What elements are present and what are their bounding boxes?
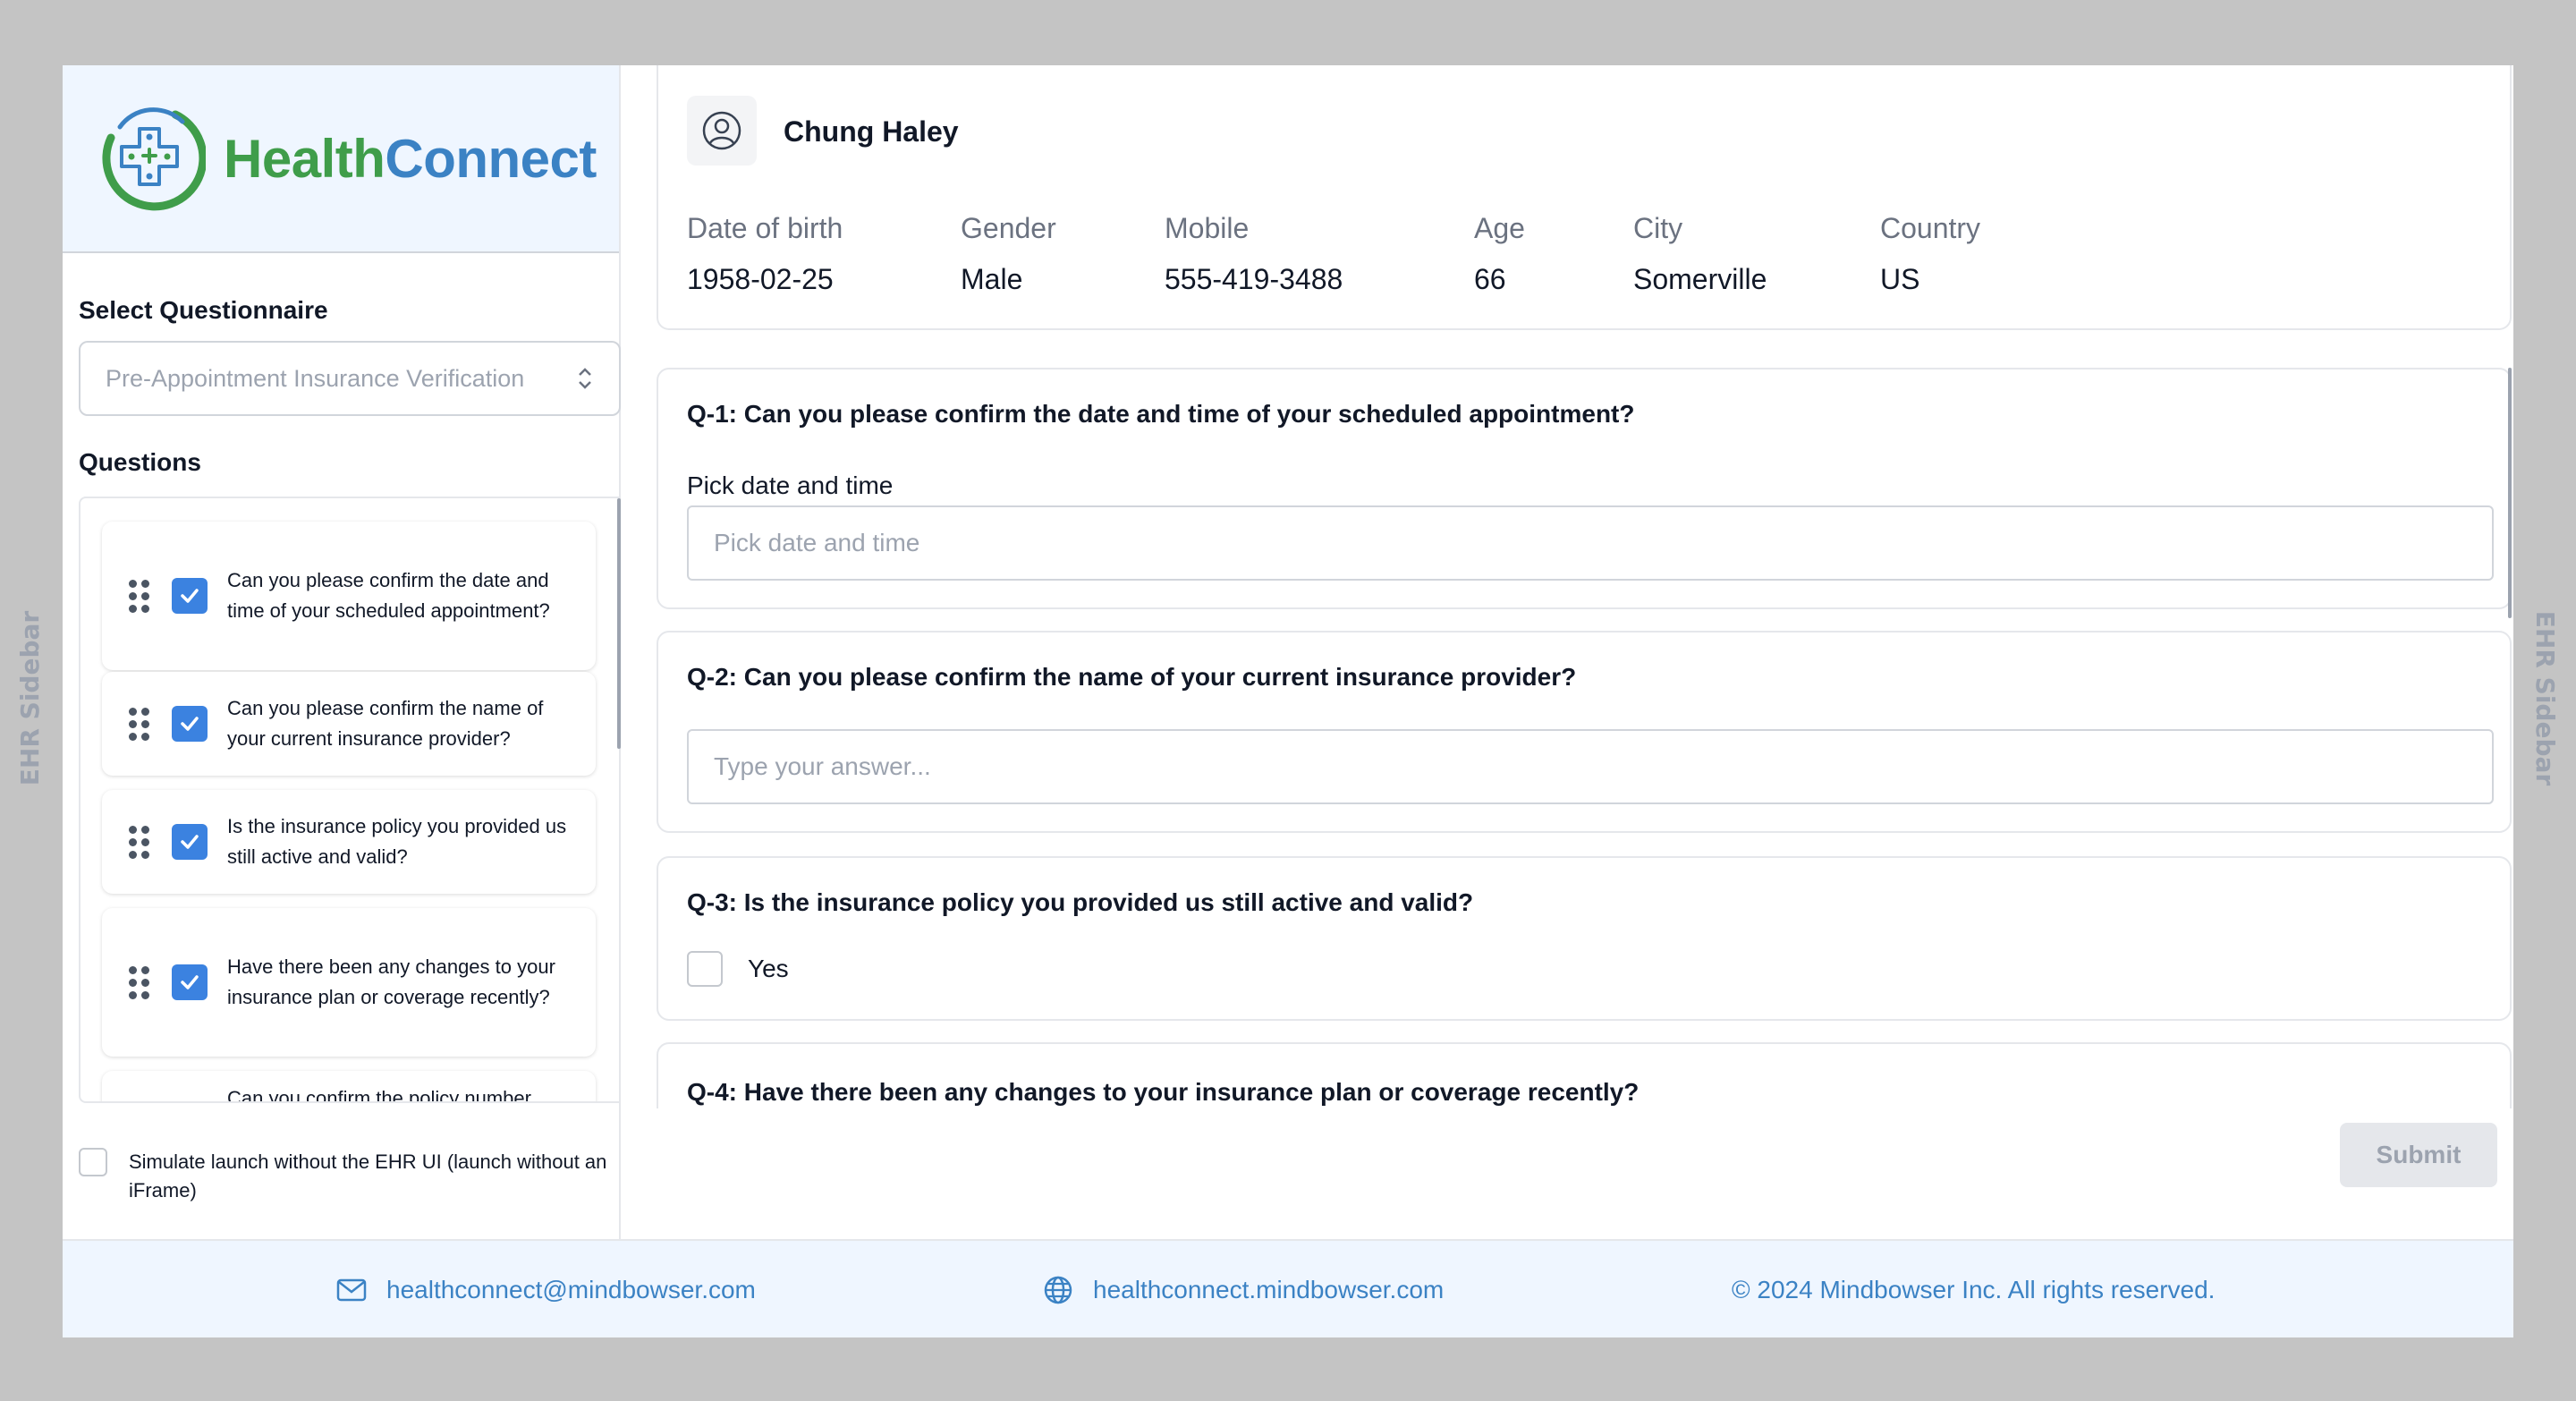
checkmark-icon xyxy=(181,589,199,603)
question-checkbox[interactable] xyxy=(172,578,208,614)
question-label: Can you please confirm the date and time… xyxy=(227,569,550,622)
date-time-input[interactable]: Pick date and time xyxy=(687,505,2494,581)
patient-info-card: Chung Haley Date of birth 1958-02-25 Gen… xyxy=(657,65,2512,330)
patient-field-gender: Gender Male xyxy=(961,212,1056,295)
question-label: Can you please confirm the name of your … xyxy=(227,697,544,750)
drag-handle-icon[interactable] xyxy=(129,965,150,999)
brand-header: HealthConnect xyxy=(63,65,619,253)
checkmark-icon xyxy=(181,835,199,849)
patient-field-dob: Date of birth 1958-02-25 xyxy=(687,212,843,295)
submit-button[interactable]: Submit xyxy=(2340,1123,2497,1187)
question-card-3: Q-3: Is the insurance policy you provide… xyxy=(657,856,2512,1021)
drag-handle-icon[interactable] xyxy=(129,707,150,741)
patient-name: Chung Haley xyxy=(784,115,959,148)
patient-field-city: City Somerville xyxy=(1633,212,1767,295)
questions-list[interactable]: Can you please confirm the date and time… xyxy=(79,497,621,1103)
simulate-launch-option[interactable]: Simulate launch without the EHR UI (laun… xyxy=(79,1148,612,1205)
list-item[interactable]: Can you please confirm the name of your … xyxy=(102,672,596,776)
question-title: Q-3: Is the insurance policy you provide… xyxy=(687,888,1474,916)
user-circle-icon xyxy=(702,111,741,150)
date-time-label: Pick date and time xyxy=(687,471,894,499)
question-label: Is the insurance policy you provided us … xyxy=(227,815,567,868)
globe-icon xyxy=(1044,1276,1072,1304)
patient-field-mobile: Mobile 555-419-3488 xyxy=(1165,212,1343,295)
question-card-2: Q-2: Can you please confirm the name of … xyxy=(657,631,2512,833)
checkmark-icon xyxy=(181,975,199,989)
drag-handle-icon[interactable] xyxy=(129,825,150,859)
list-item[interactable]: Can you please confirm the date and time… xyxy=(102,522,596,670)
question-title: Q-1: Can you please confirm the date and… xyxy=(687,400,1635,428)
drag-handle-icon[interactable] xyxy=(129,579,150,613)
yes-checkbox[interactable] xyxy=(687,951,723,987)
questionnaire-select-value: Pre-Appointment Insurance Verification xyxy=(106,364,525,392)
footer-email-link[interactable]: healthconnect@mindbowser.com xyxy=(336,1241,756,1339)
checkmark-icon xyxy=(181,717,199,731)
yes-option[interactable]: Yes xyxy=(687,951,789,987)
main-scrollbar[interactable] xyxy=(2508,368,2512,618)
question-card-1: Q-1: Can you please confirm the date and… xyxy=(657,368,2512,609)
list-item[interactable]: Can you confirm the policy number xyxy=(102,1071,596,1103)
mail-icon xyxy=(336,1278,367,1302)
questions-title: Questions xyxy=(79,448,201,476)
question-checkbox[interactable] xyxy=(172,964,208,1000)
question-title: Q-2: Can you please confirm the name of … xyxy=(687,663,1577,691)
question-title: Q-4: Have there been any changes to your… xyxy=(687,1078,1640,1106)
ehr-sidebar-label-right: EHR Sidebar xyxy=(2530,610,2561,785)
question-checkbox[interactable] xyxy=(172,824,208,860)
insurance-provider-input[interactable]: Type your answer... xyxy=(687,729,2494,804)
patient-field-country: Country US xyxy=(1880,212,1981,295)
form-actions-area xyxy=(657,1108,2513,1239)
simulate-launch-checkbox[interactable] xyxy=(79,1148,107,1176)
select-questionnaire-title: Select Questionnaire xyxy=(79,296,328,324)
simulate-launch-label: Simulate launch without the EHR UI (laun… xyxy=(129,1151,607,1201)
ehr-sidebar-label-left: EHR Sidebar xyxy=(15,610,46,785)
chevron-up-down-icon xyxy=(576,365,594,392)
questions-scrollbar[interactable] xyxy=(617,498,621,749)
avatar xyxy=(687,96,757,166)
list-item[interactable]: Have there been any changes to your insu… xyxy=(102,908,596,1057)
sidebar: HealthConnect Select Questionnaire Pre-A… xyxy=(63,65,621,1239)
healthconnect-logo-icon xyxy=(102,107,206,211)
question-label: Have there been any changes to your insu… xyxy=(227,955,555,1008)
questionnaire-select[interactable]: Pre-Appointment Insurance Verification xyxy=(79,341,621,416)
footer-website-link[interactable]: healthconnect.mindbowser.com xyxy=(1043,1241,1444,1339)
footer-copyright: © 2024 Mindbowser Inc. All rights reserv… xyxy=(1732,1276,2216,1303)
list-item[interactable]: Is the insurance policy you provided us … xyxy=(102,790,596,894)
patient-field-age: Age 66 xyxy=(1474,212,1525,295)
question-label: Can you confirm the policy number xyxy=(227,1087,531,1103)
footer: healthconnect@mindbowser.com healthconne… xyxy=(63,1239,2513,1337)
brand-name: HealthConnect xyxy=(224,128,597,189)
yes-label: Yes xyxy=(748,955,789,982)
question-checkbox[interactable] xyxy=(172,706,208,742)
app-window: HealthConnect Select Questionnaire Pre-A… xyxy=(63,65,2513,1337)
